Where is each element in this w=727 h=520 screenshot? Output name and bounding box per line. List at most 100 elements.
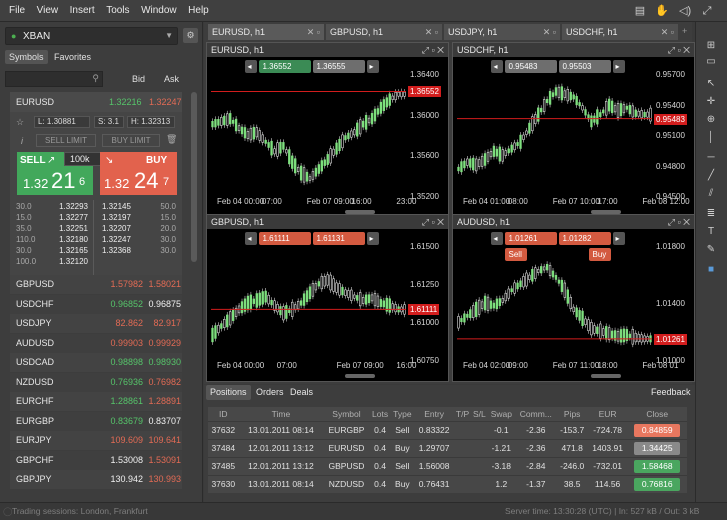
chart-sell-price[interactable]: 1.61111 — [258, 232, 311, 245]
symbol-row[interactable]: NZDUSD 0.76936 0.76982 — [10, 372, 182, 392]
buy-limit-button[interactable]: BUY LIMIT — [102, 134, 160, 147]
column-header[interactable]: Lots — [369, 407, 391, 421]
chart-window[interactable]: USDCHF, h1 ⤢ ▫ ✕ ◂ 0.95483 0.95503 ▸ 0.95700 0.… — [452, 42, 695, 218]
column-header[interactable]: EUR — [587, 407, 628, 421]
text-icon[interactable]: T — [704, 226, 718, 238]
chart-next-icon[interactable]: ▸ — [612, 60, 625, 73]
buy-order-label[interactable]: Buy — [588, 248, 611, 261]
column-header[interactable]: Comm... — [515, 407, 557, 421]
close-position-button[interactable]: 1.58468 — [634, 459, 681, 473]
column-header[interactable]: S/L — [471, 407, 488, 421]
close-icon[interactable]: ✕ ▫ — [661, 24, 674, 40]
symbol-row[interactable]: AUDUSD 0.99903 0.99929 — [10, 333, 182, 353]
chart-buy-price[interactable]: 0.95503 — [558, 60, 611, 73]
column-header[interactable]: Symbol — [323, 407, 370, 421]
list-scrollbar[interactable] — [191, 92, 197, 262]
chart-prev-icon[interactable]: ◂ — [244, 232, 257, 245]
menu-window[interactable]: Window — [141, 0, 177, 22]
symbol-row[interactable]: GBPCHF 1.53008 1.53091 — [10, 450, 182, 470]
chart-prev-icon[interactable]: ◂ — [490, 232, 503, 245]
chart-prev-icon[interactable]: ◂ — [244, 60, 257, 73]
tab-positions[interactable]: Positions — [206, 385, 251, 400]
chart-next-icon[interactable]: ▸ — [612, 232, 625, 245]
chart-window[interactable]: AUDUSD, h1 ⤢ ▫ ✕ ◂ 1.01261 1.01282 ▸ Sell Buy 1.… — [452, 214, 695, 382]
column-header[interactable]: Type — [390, 407, 415, 421]
sound-icon[interactable]: ◁) — [679, 5, 691, 17]
menu-file[interactable]: File — [9, 0, 25, 22]
tab-favorites[interactable]: Favorites — [50, 50, 95, 64]
symbol-row[interactable]: EURCHF 1.28861 1.28891 — [10, 392, 182, 411]
horizontal-line-icon[interactable]: ─ — [704, 152, 718, 164]
account-selector[interactable]: ● XBAN ▼ — [5, 27, 178, 45]
chart-sell-price[interactable]: 1.01261 — [504, 232, 557, 245]
position-row[interactable]: 37632 13.01.2011 08:14 EURGBP 0.4 Sell 0.8332… — [208, 420, 687, 439]
chart-next-icon[interactable]: ▸ — [366, 232, 379, 245]
chart-tab-gbpusd[interactable]: GBPUSD, h1 ✕ ▫ — [326, 24, 442, 40]
column-header[interactable]: T/P — [454, 407, 472, 421]
tab-deals[interactable]: Deals — [286, 385, 317, 400]
fullscreen-icon[interactable]: ⤢ — [701, 5, 713, 17]
close-icon[interactable]: ✕ ▫ — [307, 24, 320, 40]
chart-scrollbar[interactable] — [590, 374, 621, 378]
chart-buy-price[interactable]: 1.36555 — [312, 60, 365, 73]
symbol-row[interactable]: USDJPY 82.862 82.917 — [10, 314, 182, 333]
close-position-button[interactable]: 0.84859 — [634, 423, 681, 437]
position-row[interactable]: 37630 13.01.2011 08:14 NZDUSD 0.4 Buy 0.76431… — [208, 474, 687, 493]
buy-button[interactable]: ↘ BUY 1.32 24 7 — [100, 152, 177, 195]
symbol-row-eurusd[interactable]: EURUSD 1.32216 1.32247 — [10, 92, 182, 112]
symbol-row[interactable]: USDCAD 0.98898 0.98930 — [10, 353, 182, 372]
trend-line-icon[interactable]: ╱ — [704, 170, 718, 182]
chart-tab-usdchf[interactable]: USDCHF, h1 ✕ ▫ — [562, 24, 678, 40]
position-row[interactable]: 37484 12.01.2011 13:12 EURUSD 0.4 Buy 1.29707… — [208, 438, 687, 457]
account-settings-icon[interactable]: ⚙ — [183, 28, 198, 43]
add-tab-icon[interactable]: + — [682, 26, 687, 36]
fibonacci-icon[interactable]: ≣ — [704, 208, 718, 220]
menu-view[interactable]: View — [37, 0, 59, 22]
close-icon[interactable]: ✕ ▫ — [425, 24, 438, 40]
tab-orders[interactable]: Orders — [252, 385, 288, 400]
column-header[interactable]: Entry — [414, 407, 454, 421]
menu-tools[interactable]: Tools — [106, 0, 129, 22]
chart-prev-icon[interactable]: ◂ — [490, 60, 503, 73]
chart-tab-eurusd[interactable]: EURUSD, h1 ✕ ▫ — [208, 24, 324, 40]
menu-help[interactable]: Help — [188, 0, 209, 22]
chart-sell-price[interactable]: 1.36552 — [258, 60, 311, 73]
symbol-row[interactable]: USDCHF 0.96852 0.96875 — [10, 294, 182, 314]
pencil-icon[interactable]: ✎ — [704, 244, 718, 256]
column-header[interactable]: ID — [208, 407, 239, 421]
channel-icon[interactable]: ⫽ — [704, 188, 718, 200]
column-header[interactable]: Pips — [556, 407, 588, 421]
vertical-line-icon[interactable]: │ — [704, 132, 718, 144]
save-icon[interactable]: ▤ — [634, 5, 646, 17]
chart-sell-price[interactable]: 0.95483 — [504, 60, 557, 73]
symbol-row[interactable]: GBPJPY 130.942 130.993 — [10, 470, 182, 489]
layout-grid-icon[interactable]: ⊞ — [704, 40, 718, 52]
chart-scrollbar[interactable] — [344, 374, 375, 378]
color-picker-icon[interactable]: ■ — [704, 264, 718, 276]
hand-icon[interactable]: ✋ — [655, 5, 669, 17]
symbol-row[interactable]: GBPUSD 1.57982 1.58021 — [10, 275, 182, 294]
column-header[interactable]: Time — [238, 407, 324, 421]
sell-order-label[interactable]: Sell — [504, 248, 527, 261]
chart-window[interactable]: GBPUSD, h1 ⤢ ▫ ✕ ◂ 1.61111 1.61131 ▸ 1.61500 1.… — [206, 214, 449, 382]
close-position-button[interactable]: 0.76816 — [634, 477, 681, 491]
chart-next-icon[interactable]: ▸ — [366, 60, 379, 73]
symbol-row[interactable]: EURJPY 109.609 109.641 — [10, 431, 182, 450]
symbol-search-input[interactable]: ⚲ — [5, 71, 103, 87]
info-icon[interactable]: i — [21, 136, 23, 146]
feedback-button[interactable]: Feedback — [647, 385, 695, 400]
chart-window[interactable]: EURUSD, h1 ⤢ ▫ ✕ ◂ 1.36552 1.36555 ▸ 1.36400 1.… — [206, 42, 449, 218]
cursor-icon[interactable]: ↖ — [704, 78, 718, 90]
chart-buy-price[interactable]: 1.01282 — [558, 232, 611, 245]
chart-tab-usdjpy[interactable]: USDJPY, h1 ✕ ▫ — [444, 24, 560, 40]
trash-icon[interactable]: 🗑 — [166, 134, 177, 145]
star-icon[interactable]: ☆ — [16, 117, 24, 128]
sell-limit-button[interactable]: SELL LIMIT — [36, 134, 96, 147]
close-icon[interactable]: ✕ ▫ — [543, 24, 556, 40]
layout-single-icon[interactable]: ▭ — [704, 56, 718, 68]
position-row[interactable]: 37485 12.01.2011 13:12 GBPUSD 0.4 Sell 1.5600… — [208, 456, 687, 475]
menu-insert[interactable]: Insert — [70, 0, 95, 22]
crosshair-icon[interactable]: ✛ — [704, 96, 718, 108]
close-position-button[interactable]: 1.34425 — [634, 441, 681, 455]
zoom-icon[interactable]: ⊕ — [704, 114, 718, 126]
